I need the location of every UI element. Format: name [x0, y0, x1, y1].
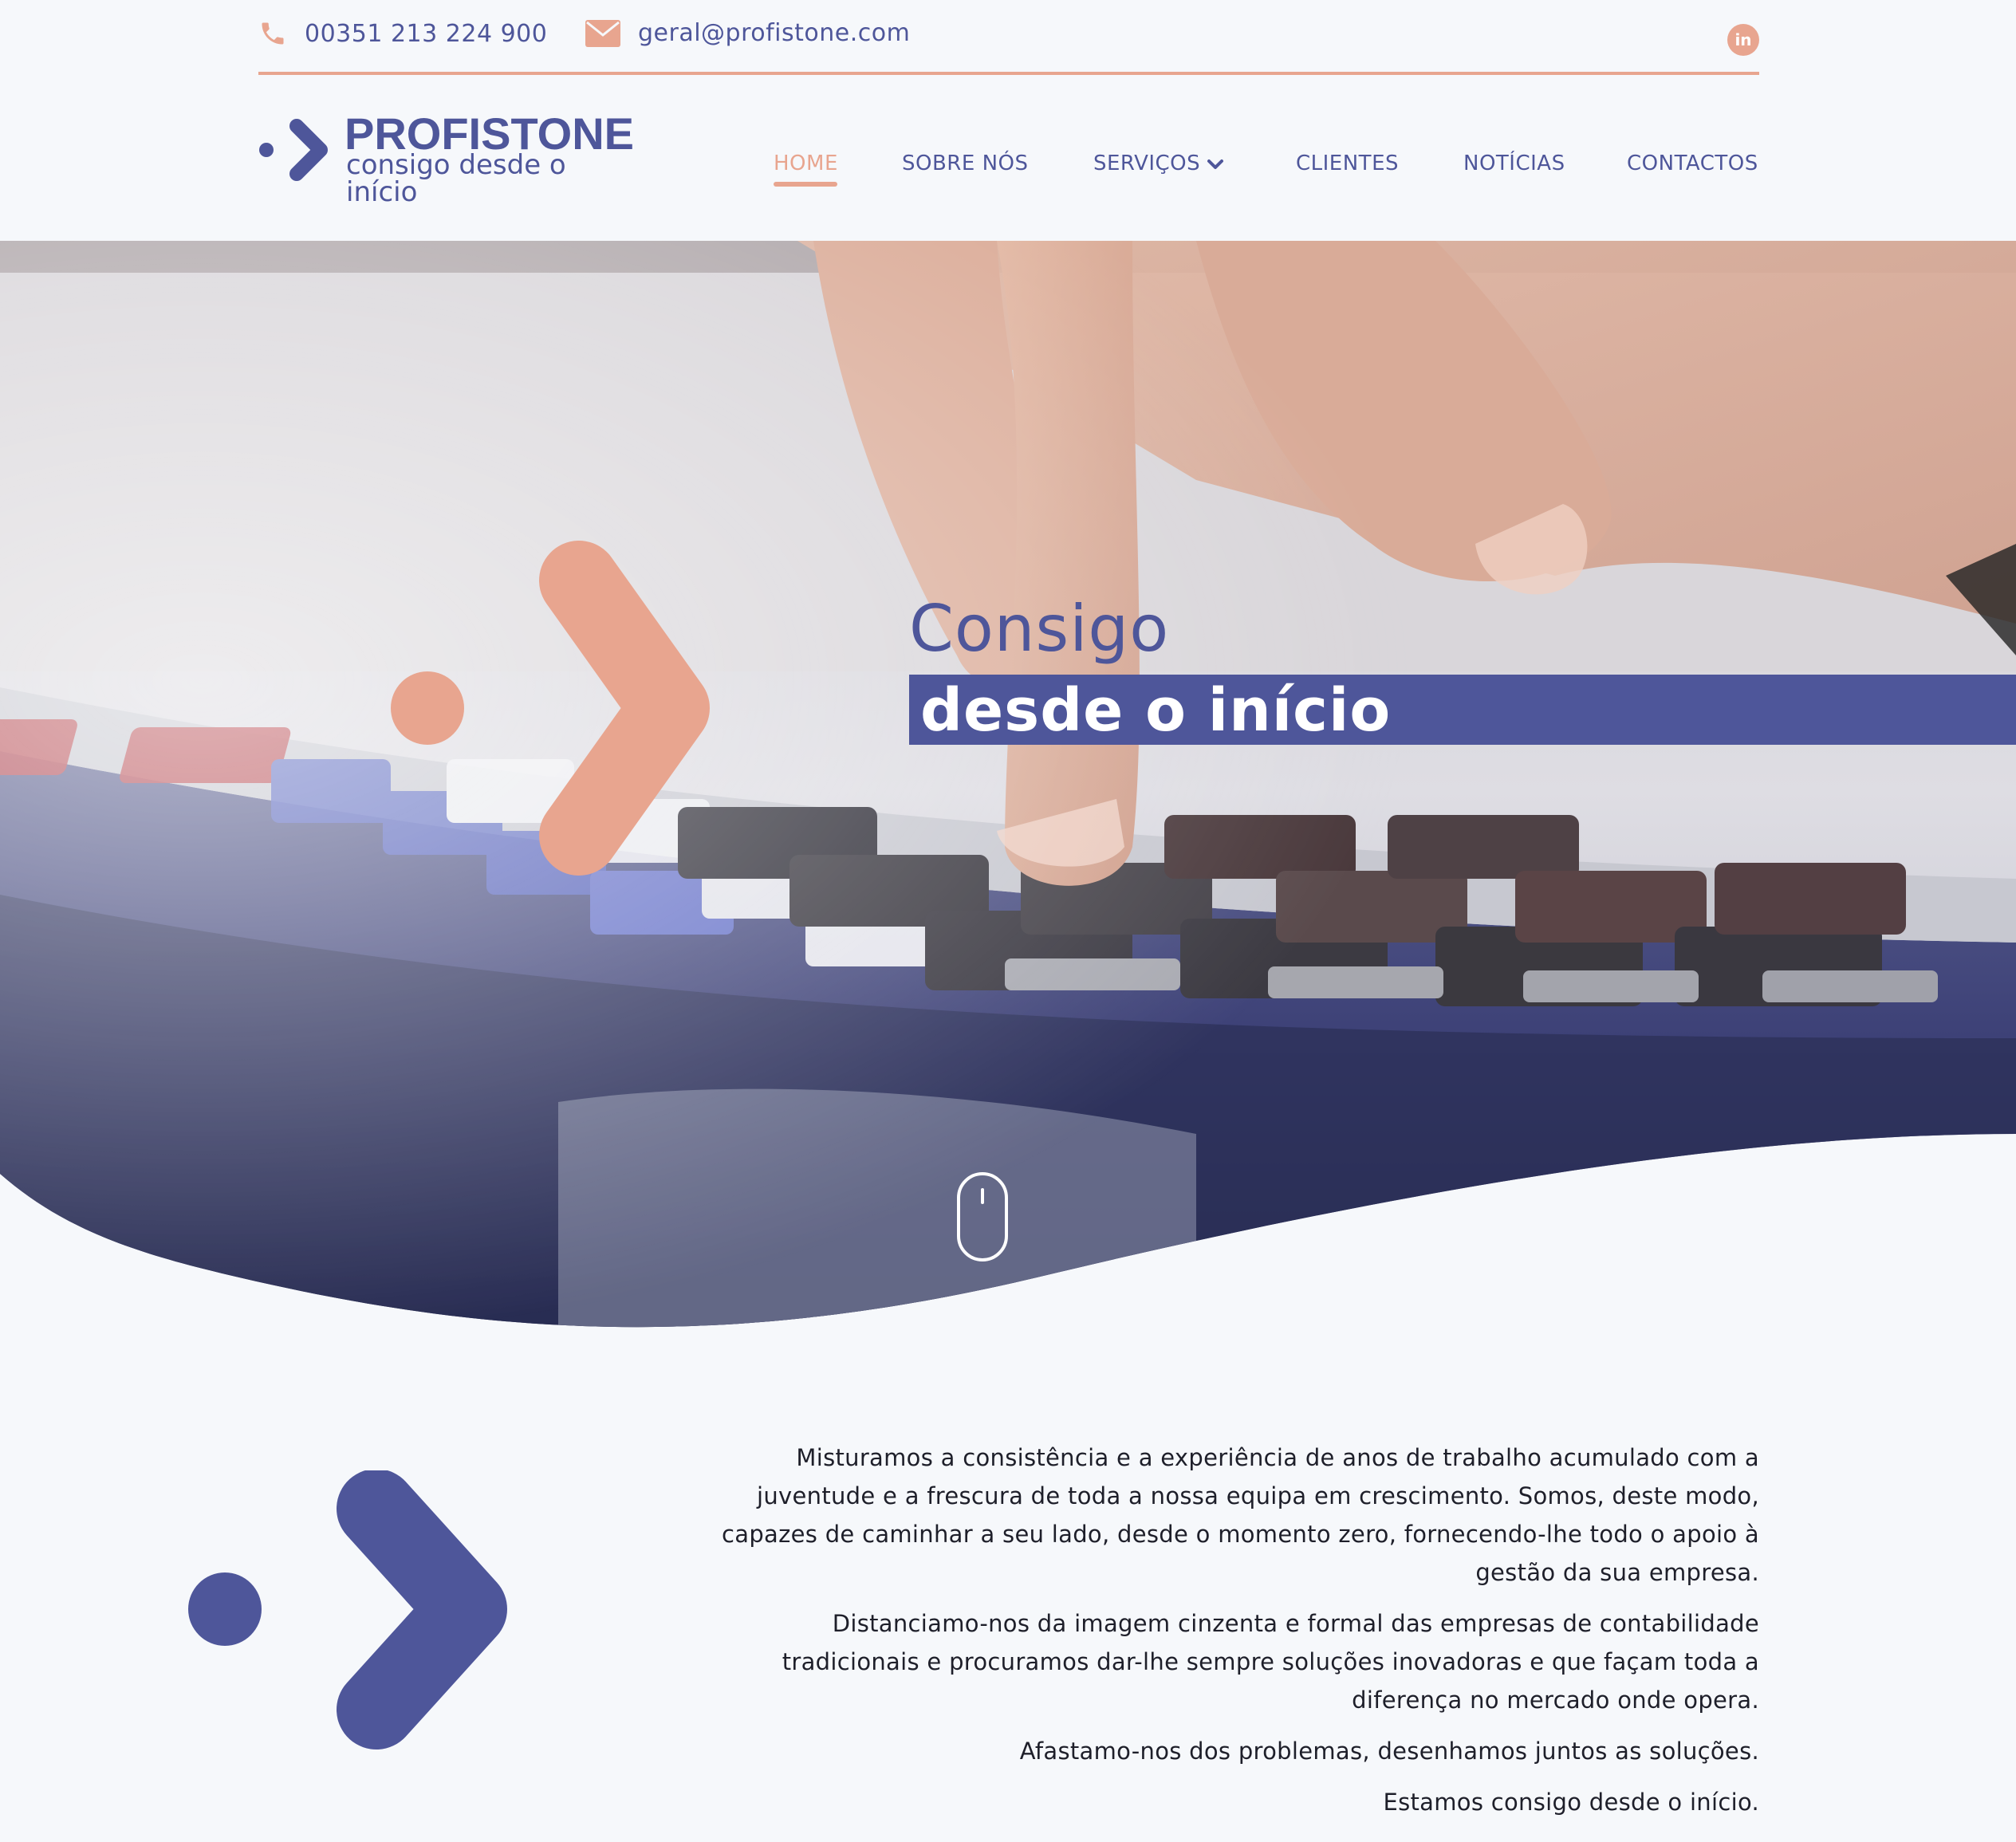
nav-active-indicator — [774, 182, 837, 187]
about-arrow-icon — [188, 1470, 507, 1750]
about-paragraph-2: Distanciamo-nos da imagem cinzenta e for… — [782, 1610, 1759, 1714]
email-address[interactable]: geral@profistone.com — [638, 19, 910, 47]
phone-icon — [262, 22, 284, 45]
email-contact[interactable]: geral@profistone.com — [585, 19, 910, 47]
hero-title-line1: Consigo — [909, 592, 1170, 666]
nav-contactos[interactable]: CONTACTOS — [1627, 152, 1758, 175]
hero-banner: Consigo desde o início — [0, 241, 2016, 1341]
about-section-text: Misturamos a consistência e a experiênci… — [702, 1439, 1759, 1834]
hero-calculator-image — [0, 241, 2016, 1328]
nav-noticias[interactable]: NOTÍCIAS — [1463, 152, 1565, 175]
nav-clientes[interactable]: CLIENTES — [1296, 152, 1399, 175]
linkedin-icon[interactable]: in — [1727, 24, 1759, 56]
about-paragraph-4: Estamos consigo desde o início. — [1383, 1789, 1759, 1816]
phone-number[interactable]: 00351 213 224 900 — [305, 20, 547, 48]
chevron-down-icon — [1207, 159, 1224, 169]
linkedin-label: in — [1734, 30, 1752, 49]
top-contact-bar: 00351 213 224 900 geral@profistone.com i… — [258, 0, 1759, 75]
phone-contact[interactable]: 00351 213 224 900 — [258, 19, 547, 48]
main-navigation: HOME SOBRE NÓS SERVIÇOS CLIENTES NOTÍCIA… — [0, 152, 2016, 199]
mail-icon — [585, 19, 620, 47]
hero-title-line2: desde o início — [920, 676, 1392, 745]
nav-sobre-nos[interactable]: SOBRE NÓS — [902, 152, 1028, 175]
nav-servicos[interactable]: SERVIÇOS — [1093, 152, 1224, 175]
about-paragraph-3: Afastamo-nos dos problemas, desenhamos j… — [1019, 1738, 1759, 1765]
nav-home[interactable]: HOME — [774, 152, 838, 175]
about-paragraph-1: Misturamos a consistência e a experiênci… — [722, 1444, 1759, 1586]
nav-servicos-label: SERVIÇOS — [1093, 152, 1201, 175]
mouse-scroll-icon[interactable] — [957, 1172, 1008, 1261]
